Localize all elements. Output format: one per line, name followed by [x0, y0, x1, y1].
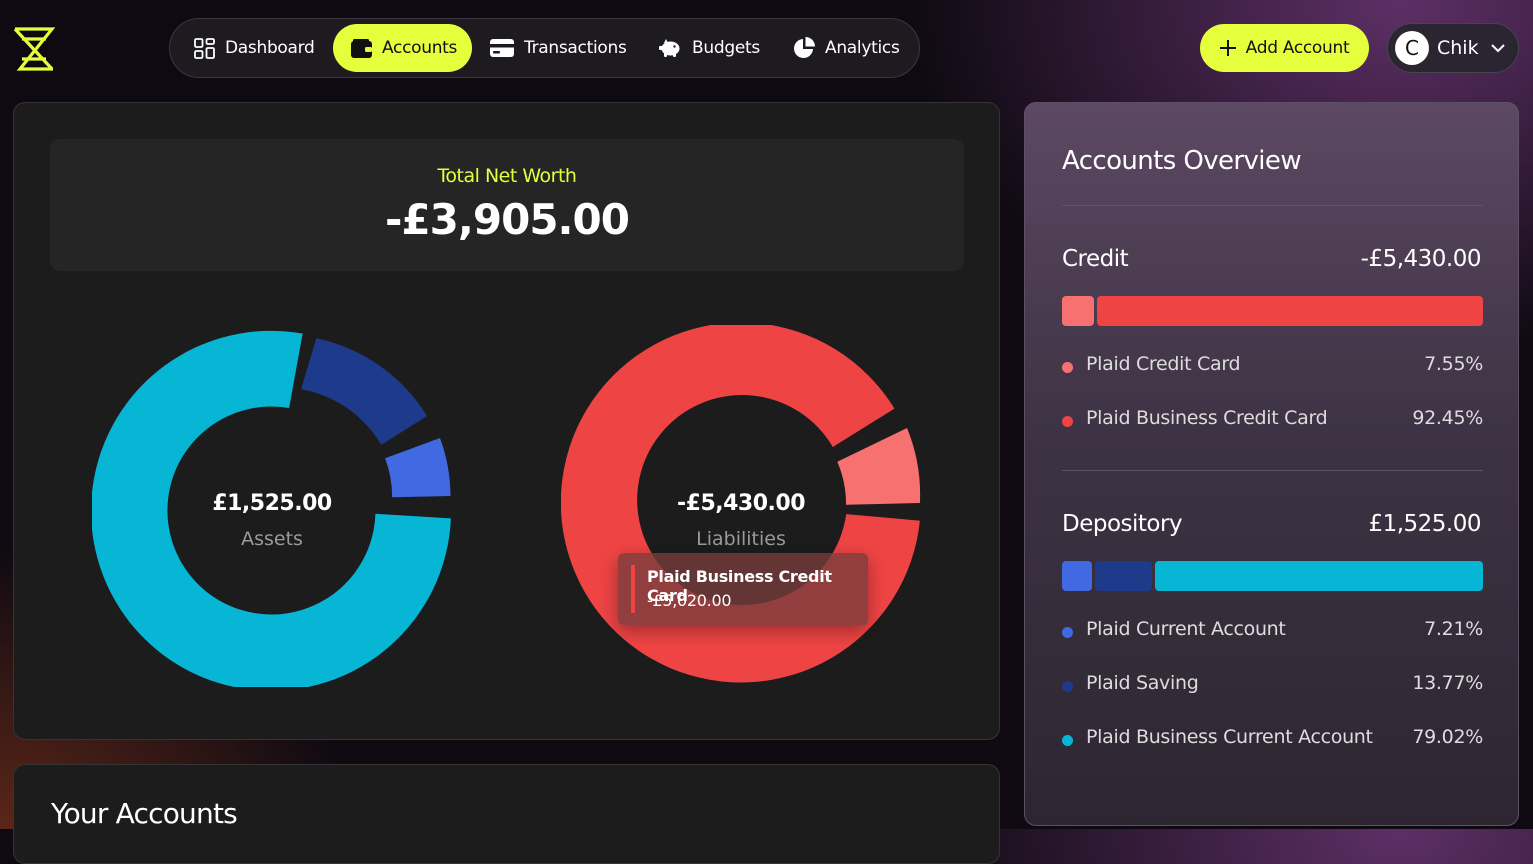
credit-bar-credit-card[interactable]: [1062, 296, 1094, 326]
credit-bar-business-credit[interactable]: [1097, 296, 1483, 326]
assets-label: Assets: [241, 528, 303, 550]
account-name: Plaid Business Current Account: [1086, 726, 1373, 748]
account-percent: 92.45%: [1412, 407, 1483, 429]
net-worth-panel: Total Net Worth -£3,905.00 £1,525.00 Ass…: [13, 102, 1000, 740]
list-item: Plaid Current Account 7.21%: [1062, 618, 1483, 644]
liabilities-label: Liabilities: [696, 528, 786, 550]
app-logo[interactable]: [12, 25, 56, 73]
legend-dot: [1062, 416, 1073, 427]
liabilities-total: -£5,430.00: [677, 491, 806, 516]
nav-accounts[interactable]: Accounts: [333, 24, 472, 72]
assets-segment-saving[interactable]: [301, 338, 427, 445]
net-worth-value: -£3,905.00: [385, 195, 630, 244]
legend-dot: [1062, 362, 1073, 373]
depository-bar-business-current[interactable]: [1155, 561, 1483, 591]
user-name: Chik: [1437, 37, 1479, 59]
nav-transactions[interactable]: Transactions: [490, 24, 627, 72]
nav-budgets-label: Budgets: [692, 38, 760, 58]
account-name: Plaid Business Credit Card: [1086, 407, 1328, 429]
legend-dot: [1062, 681, 1073, 692]
legend-dot: [1062, 627, 1073, 638]
assets-donut-chart: £1,525.00 Assets: [91, 325, 452, 691]
wallet-icon: [351, 38, 372, 58]
account-percent: 7.21%: [1424, 618, 1483, 640]
main-nav: Dashboard Accounts Transactions Budgets: [169, 18, 920, 78]
legend-dot: [1062, 735, 1073, 746]
accounts-overview-panel: Accounts Overview Credit -£5,430.00 Plai…: [1024, 102, 1519, 826]
grid-icon: [194, 37, 215, 59]
your-accounts-title: Your Accounts: [51, 797, 238, 830]
nav-analytics[interactable]: Analytics: [793, 24, 900, 72]
divider: [1062, 470, 1483, 471]
nav-budgets[interactable]: Budgets: [659, 24, 760, 72]
card-icon: [490, 39, 514, 57]
depository-stacked-bar: [1062, 561, 1483, 591]
nav-dashboard-label: Dashboard: [225, 38, 315, 58]
tooltip-value: -£5,020.00: [647, 591, 732, 610]
list-item: Plaid Business Credit Card 92.45%: [1062, 407, 1483, 433]
overview-title: Accounts Overview: [1062, 146, 1302, 176]
chevron-down-icon: [1490, 43, 1505, 52]
net-worth-label: Total Net Worth: [437, 165, 577, 187]
credit-stacked-bar: [1062, 296, 1483, 326]
list-item: Plaid Business Current Account 79.02%: [1062, 726, 1483, 752]
list-item: Plaid Saving 13.77%: [1062, 672, 1483, 698]
assets-total: £1,525.00: [212, 491, 332, 516]
depository-bar-current[interactable]: [1062, 561, 1092, 591]
tooltip-color-bar: [631, 565, 635, 613]
account-percent: 7.55%: [1424, 353, 1483, 375]
nav-accounts-label: Accounts: [382, 38, 458, 58]
account-name: Plaid Current Account: [1086, 618, 1286, 640]
assets-segment-current[interactable]: [385, 438, 451, 498]
depository-section-amount: £1,525.00: [1368, 511, 1481, 537]
chart-tooltip: Plaid Business Credit Card -£5,020.00: [618, 553, 868, 625]
account-name: Plaid Saving: [1086, 672, 1199, 694]
add-account-label: Add Account: [1245, 38, 1350, 58]
list-item: Plaid Credit Card 7.55%: [1062, 353, 1483, 379]
nav-analytics-label: Analytics: [825, 38, 900, 58]
plus-icon: [1219, 40, 1236, 56]
account-percent: 13.77%: [1412, 672, 1483, 694]
add-account-button[interactable]: Add Account: [1200, 24, 1369, 72]
logo-icon: [13, 27, 56, 71]
credit-section-amount: -£5,430.00: [1360, 246, 1482, 272]
depository-section-title: Depository: [1062, 511, 1183, 537]
avatar: C: [1395, 31, 1429, 65]
nav-transactions-label: Transactions: [524, 38, 627, 58]
credit-section-title: Credit: [1062, 246, 1129, 272]
net-worth-card: Total Net Worth -£3,905.00: [50, 139, 964, 271]
your-accounts-panel: Your Accounts: [13, 764, 1000, 864]
account-percent: 79.02%: [1412, 726, 1483, 748]
piggy-bank-icon: [659, 39, 680, 57]
liabilities-donut-chart: -£5,430.00 Liabilities: [560, 322, 921, 687]
nav-dashboard[interactable]: Dashboard: [194, 24, 315, 72]
pie-chart-icon: [794, 37, 815, 58]
divider: [1062, 205, 1483, 206]
user-menu[interactable]: C Chik: [1387, 23, 1519, 73]
depository-bar-saving[interactable]: [1095, 561, 1152, 591]
account-name: Plaid Credit Card: [1086, 353, 1241, 375]
